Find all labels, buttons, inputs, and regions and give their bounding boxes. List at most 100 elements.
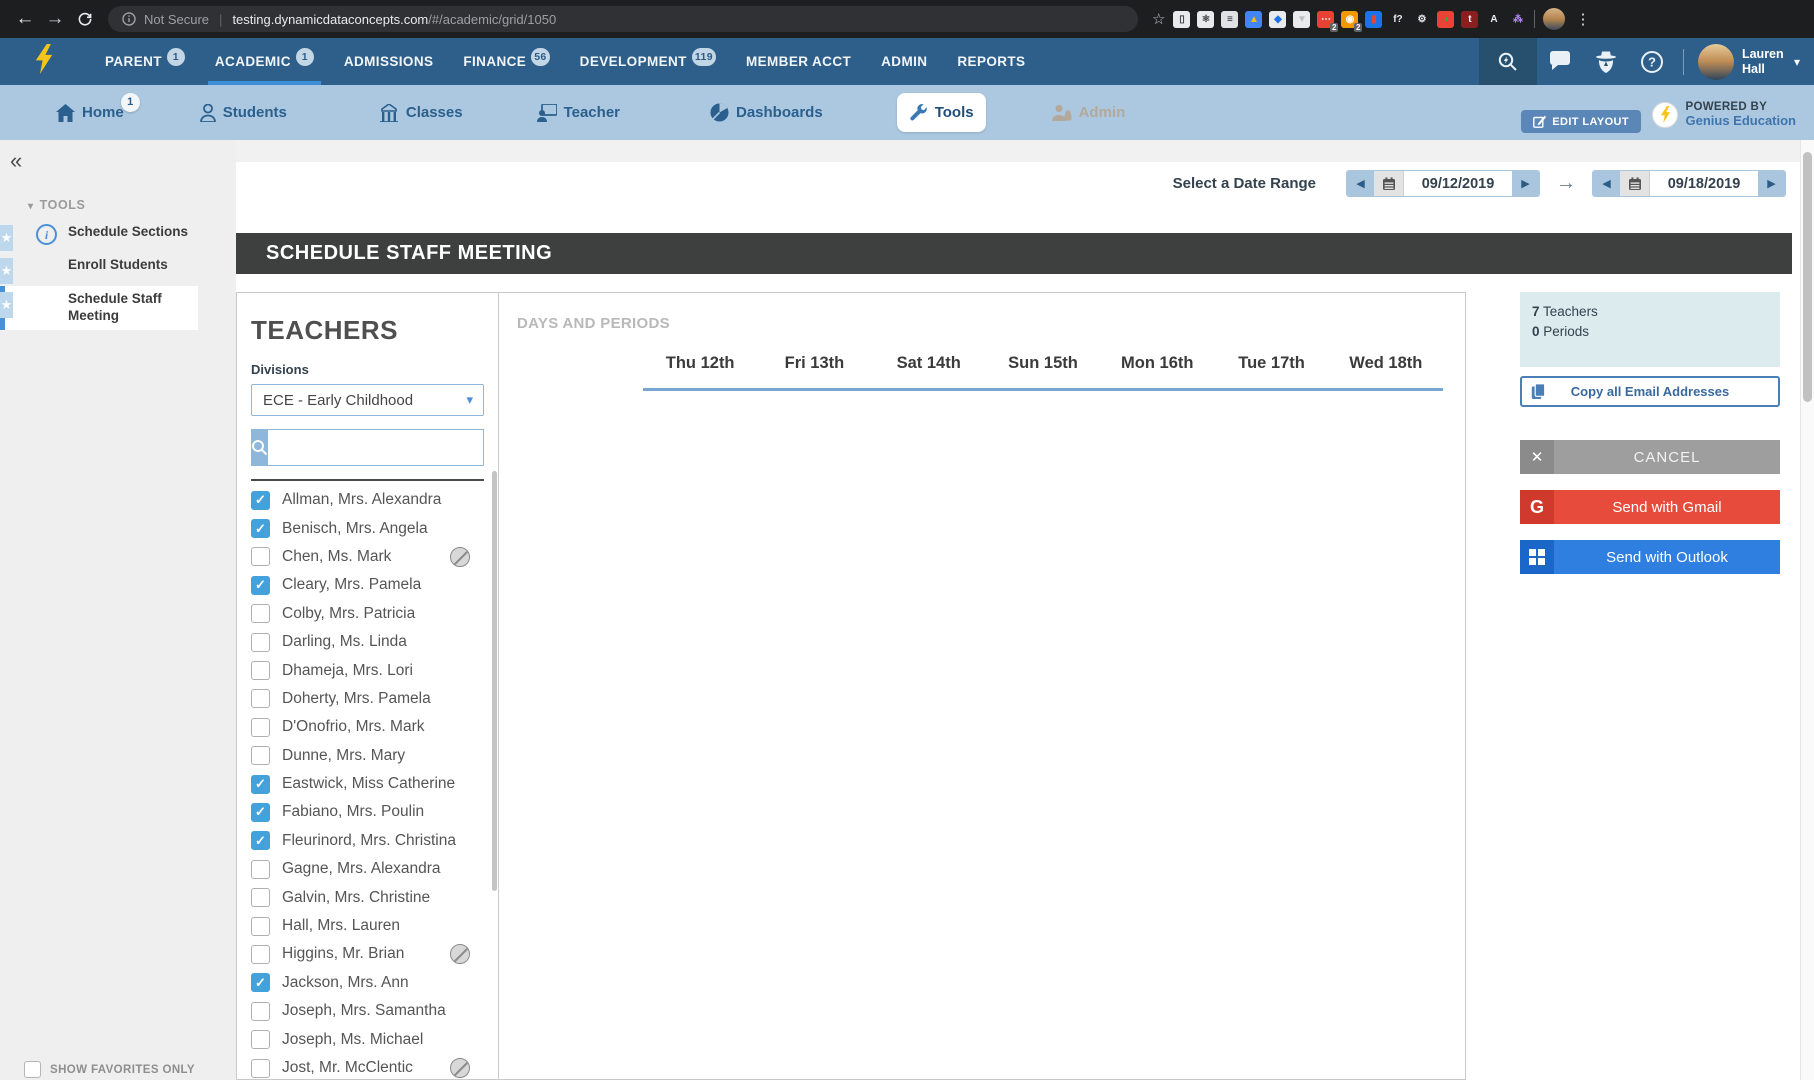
teacher-checkbox-checked[interactable]: ✓	[251, 576, 270, 595]
teacher-row[interactable]: Colby, Mrs. Patricia	[251, 600, 484, 628]
teacher-checkbox[interactable]	[251, 604, 270, 623]
teacher-checkbox-checked[interactable]: ✓	[251, 831, 270, 850]
bookmark-extension-icon[interactable]: ▮	[1365, 11, 1382, 28]
teacher-row[interactable]: Joseph, Mrs. Samantha	[251, 997, 484, 1025]
sidebar-item-schedule-sections[interactable]: i Schedule Sections	[0, 224, 198, 239]
colorwheel-extension-icon[interactable]: ◑	[1437, 11, 1454, 28]
reader-extension-icon[interactable]: ▯	[1173, 11, 1190, 28]
info-circle-icon[interactable]: i	[36, 224, 57, 245]
teacher-row[interactable]: Galvin, Mrs. Christine	[251, 883, 484, 911]
global-search-button[interactable]	[1479, 38, 1537, 85]
math-extension-icon[interactable]: f?	[1389, 11, 1406, 28]
teacher-list-scrollbar[interactable]	[492, 471, 497, 891]
nav-item-finance[interactable]: FINANCE56	[448, 38, 564, 85]
teacher-row[interactable]: Gagne, Mrs. Alexandra	[251, 855, 484, 883]
nav-item-academic[interactable]: ACADEMIC1	[200, 38, 329, 85]
grammar-extension-icon[interactable]: A	[1485, 11, 1502, 28]
subnav-students[interactable]: Students	[188, 94, 299, 132]
teacher-row[interactable]: ✓Allman, Mrs. Alexandra	[251, 486, 484, 514]
cart-extension-icon[interactable]: ◉2	[1341, 11, 1358, 28]
teacher-row[interactable]: ✓Eastwick, Miss Catherine	[251, 770, 484, 798]
teacher-checkbox[interactable]	[251, 718, 270, 737]
teacher-row[interactable]: ✓Jackson, Mrs. Ann	[251, 969, 484, 997]
sidebar-item-enroll-students[interactable]: Enroll Students	[0, 257, 198, 272]
sidebar-item-schedule-staff-meeting[interactable]: Schedule Staff Meeting	[0, 286, 198, 330]
sidebar-collapse-icon[interactable]: «	[10, 148, 22, 174]
nav-item-member-acct[interactable]: MEMBER ACCT	[731, 38, 866, 85]
teacher-row[interactable]: ✓Fleurinord, Mrs. Christina	[251, 827, 484, 855]
t-extension-icon[interactable]: t	[1461, 11, 1478, 28]
teacher-checkbox[interactable]	[251, 917, 270, 936]
browser-back-icon[interactable]: ←	[10, 8, 40, 30]
teacher-checkbox[interactable]	[251, 746, 270, 765]
teacher-row[interactable]: Doherty, Mrs. Pamela	[251, 685, 484, 713]
copy-emails-button[interactable]: Copy all Email Addresses	[1520, 376, 1780, 407]
end-date-prev-button[interactable]: ◀	[1593, 171, 1620, 196]
teacher-checkbox[interactable]	[251, 633, 270, 652]
teacher-row[interactable]: Joseph, Ms. Michael	[251, 1025, 484, 1053]
teacher-checkbox[interactable]	[251, 1030, 270, 1049]
nav-item-reports[interactable]: REPORTS	[942, 38, 1040, 85]
teacher-row[interactable]: Hall, Mrs. Lauren	[251, 912, 484, 940]
end-date-value[interactable]: 09/18/2019	[1650, 171, 1758, 196]
browser-reload-icon[interactable]	[70, 11, 100, 27]
app-logo-bolt-icon[interactable]	[32, 44, 56, 79]
teacher-checkbox[interactable]	[251, 547, 270, 566]
teacher-checkbox[interactable]	[251, 945, 270, 964]
start-date-value[interactable]: 09/12/2019	[1404, 171, 1512, 196]
sidebar-section-tools[interactable]: ▾TOOLS	[28, 198, 85, 212]
news-extension-icon[interactable]: ≡	[1221, 11, 1238, 28]
security-label[interactable]: Not Secure	[144, 12, 209, 27]
teacher-checkbox[interactable]	[251, 860, 270, 879]
teacher-checkbox-checked[interactable]: ✓	[251, 775, 270, 794]
browser-forward-icon[interactable]: →	[40, 8, 70, 30]
nav-item-development[interactable]: DEVELOPMENT119	[565, 38, 731, 85]
spy-impersonate-icon[interactable]	[1583, 50, 1629, 74]
teacher-row[interactable]: Jost, Mr. McClentic	[251, 1054, 484, 1079]
user-avatar[interactable]	[1698, 44, 1734, 80]
subnav-classes[interactable]: Classes	[367, 94, 475, 132]
lighthouse-extension-icon[interactable]: ▲	[1245, 11, 1262, 28]
info-icon[interactable]	[122, 12, 136, 26]
teacher-checkbox[interactable]	[251, 661, 270, 680]
teacher-checkbox-checked[interactable]: ✓	[251, 491, 270, 510]
teacher-checkbox[interactable]	[251, 1059, 270, 1078]
teacher-checkbox[interactable]	[251, 689, 270, 708]
teacher-checkbox[interactable]	[251, 888, 270, 907]
subnav-tools[interactable]: Tools	[897, 93, 986, 132]
teacher-row[interactable]: ✓Benisch, Mrs. Angela	[251, 514, 484, 542]
teacher-search-input[interactable]	[268, 429, 484, 466]
teacher-row[interactable]: D'Onofrio, Mrs. Mark	[251, 713, 484, 741]
teacher-checkbox-checked[interactable]: ✓	[251, 803, 270, 822]
send-outlook-button[interactable]: Send with Outlook	[1520, 540, 1780, 574]
help-icon[interactable]: ?	[1629, 50, 1675, 74]
start-date-prev-button[interactable]: ◀	[1347, 171, 1374, 196]
favorites-checkbox[interactable]	[24, 1061, 41, 1078]
search-icon[interactable]	[251, 429, 268, 466]
teacher-row[interactable]: Chen, Ms. Mark	[251, 543, 484, 571]
bookmark-star-icon[interactable]: ☆	[1152, 10, 1165, 28]
teacher-row[interactable]: ✓Cleary, Mrs. Pamela	[251, 571, 484, 599]
notes-extension-icon[interactable]: ⋯2	[1317, 11, 1334, 28]
start-date-next-button[interactable]: ▶	[1512, 171, 1539, 196]
teacher-checkbox[interactable]	[251, 1002, 270, 1021]
pin-extension-icon[interactable]: ▼	[1293, 11, 1310, 28]
teacher-row[interactable]: Darling, Ms. Linda	[251, 628, 484, 656]
teacher-checkbox-checked[interactable]: ✓	[251, 973, 270, 992]
nav-item-admin[interactable]: ADMIN	[866, 38, 942, 85]
page-scrollbar[interactable]	[1800, 140, 1814, 1080]
user-name[interactable]: LaurenHall	[1742, 47, 1788, 76]
page-scrollbar-thumb[interactable]	[1803, 152, 1812, 402]
subnav-home[interactable]: Home 1	[44, 94, 136, 132]
teacher-row[interactable]: ✓Fabiano, Mrs. Poulin	[251, 798, 484, 826]
teacher-row[interactable]: Dhameja, Mrs. Lori	[251, 656, 484, 684]
atom-extension-icon[interactable]: ⚛	[1197, 11, 1214, 28]
teacher-row[interactable]: Dunne, Mrs. Mary	[251, 742, 484, 770]
browser-profile-avatar[interactable]	[1543, 8, 1565, 30]
show-favorites-toggle[interactable]: SHOW FAVORITES ONLY	[24, 1061, 195, 1078]
cancel-button[interactable]: ✕ CANCEL	[1520, 440, 1780, 474]
calendar-icon[interactable]	[1620, 171, 1650, 196]
end-date-next-button[interactable]: ▶	[1758, 171, 1785, 196]
address-bar[interactable]: Not Secure | testing.dynamicdataconcepts…	[108, 6, 1138, 32]
gear-extension-icon[interactable]: ⚙	[1413, 11, 1430, 28]
